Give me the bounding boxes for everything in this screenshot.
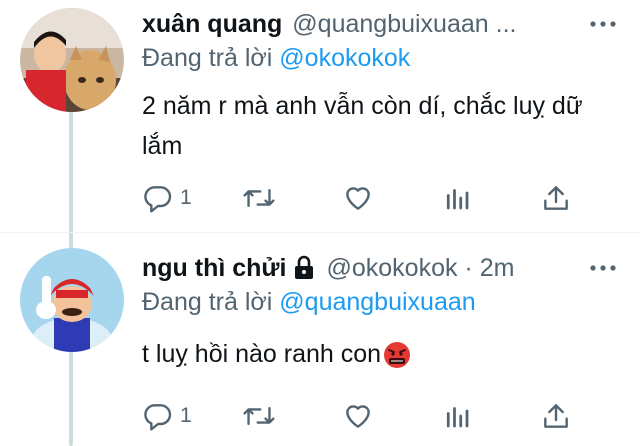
retweet-arrows-icon <box>243 188 275 208</box>
reply-button[interactable]: 1 <box>142 178 192 218</box>
reply-count: 1 <box>180 186 192 209</box>
mention-link[interactable]: @okokokok <box>279 44 410 72</box>
analytics-button[interactable] <box>442 178 472 218</box>
replying-to: Đang trả lời @okokokok <box>142 44 410 73</box>
share-upload-icon <box>544 404 568 428</box>
retweet-button[interactable] <box>242 178 276 218</box>
more-dots-icon[interactable] <box>588 12 618 36</box>
avatar[interactable] <box>20 248 124 352</box>
display-name[interactable]: ngu thì chửi <box>142 254 286 283</box>
tweet-actions: 1 <box>142 178 612 218</box>
user-handle[interactable]: @okokokok · 2m <box>326 254 514 283</box>
more-dots-icon[interactable] <box>588 256 618 280</box>
tweet-actions: 1 <box>142 396 612 436</box>
replying-to: Đang trả lời @quangbuixuaan <box>142 288 476 317</box>
analytics-bars-icon <box>446 407 469 428</box>
tweet-header: xuân quang @quangbuixuaan ... <box>142 4 516 44</box>
tweet-text-container: t luỵ hồi nào ranh con <box>142 334 612 374</box>
reply-count: 1 <box>180 404 192 427</box>
reply-button[interactable]: 1 <box>142 396 192 436</box>
analytics-button[interactable] <box>442 396 472 436</box>
like-button[interactable] <box>342 178 374 218</box>
avatar[interactable] <box>20 8 124 112</box>
tweet[interactable]: xuân quang @quangbuixuaan ... Đang trả l… <box>0 4 640 229</box>
tweet-text: 2 năm r mà anh vẫn còn dí, chắc luỵ dữ l… <box>142 92 583 160</box>
analytics-bars-icon <box>446 189 469 210</box>
heart-icon <box>346 187 370 210</box>
tweet-divider <box>0 232 640 233</box>
like-button[interactable] <box>342 396 374 436</box>
reply-bubble-icon <box>144 404 172 431</box>
lock-icon <box>295 255 314 279</box>
tweet-text: t luỵ hồi nào ranh con <box>142 340 382 368</box>
user-handle[interactable]: @quangbuixuaan ... <box>292 10 516 39</box>
share-button[interactable] <box>540 396 572 436</box>
tweet[interactable]: ngu thì chửi @okokokok · 2m Đang trả lời… <box>0 248 640 446</box>
share-upload-icon <box>544 186 568 210</box>
retweet-arrows-icon <box>243 406 275 426</box>
heart-icon <box>346 405 370 428</box>
display-name[interactable]: xuân quang <box>142 10 282 39</box>
retweet-button[interactable] <box>242 396 276 436</box>
replying-to-label: Đang trả lời <box>142 288 280 316</box>
tweet-header: ngu thì chửi @okokokok · 2m <box>142 248 514 288</box>
angry-cursing-face-emoji <box>384 342 411 369</box>
mention-link[interactable]: @quangbuixuaan <box>279 288 475 316</box>
replying-to-label: Đang trả lời <box>142 44 280 72</box>
reply-bubble-icon <box>144 186 172 213</box>
share-button[interactable] <box>540 178 572 218</box>
